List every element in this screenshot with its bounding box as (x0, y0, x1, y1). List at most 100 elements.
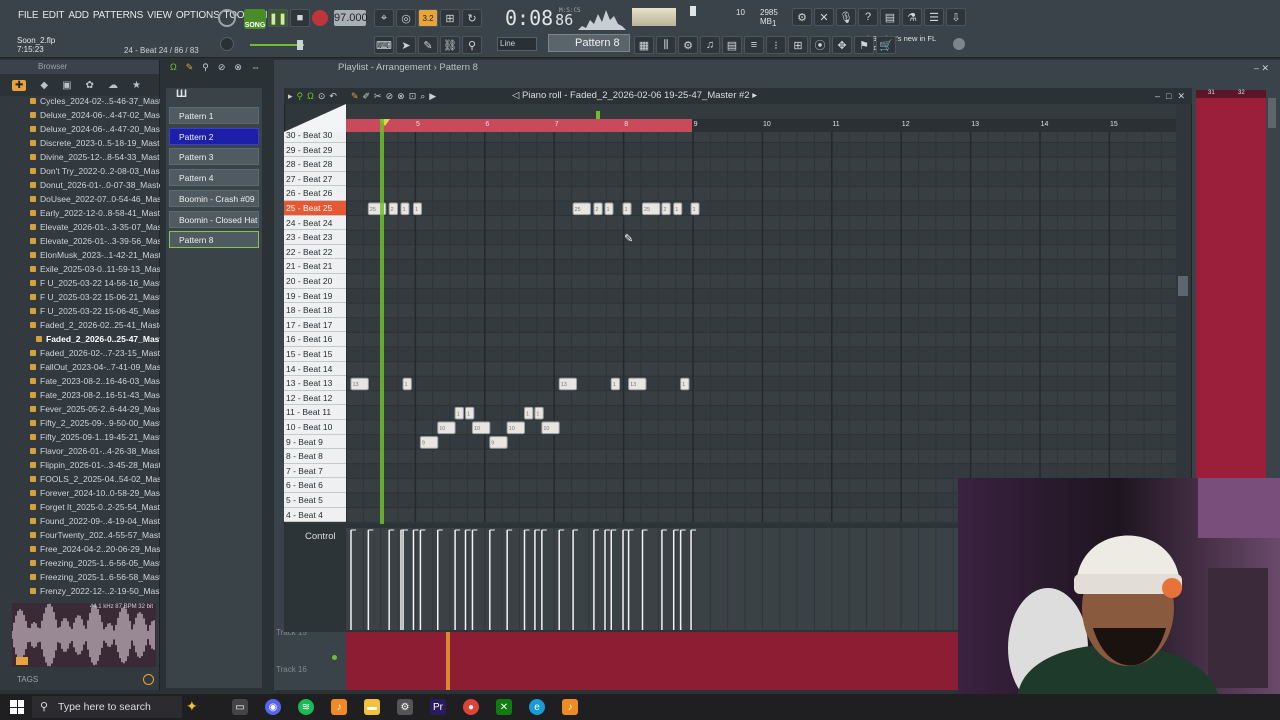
pr-magnet-icon[interactable]: Ω (307, 91, 314, 102)
copilot-sparkle-icon[interactable]: ✦ (186, 698, 198, 715)
pr-zoom-icon[interactable]: ⌕ (420, 91, 425, 102)
piano-key[interactable]: 13 - Beat 13 (284, 376, 346, 391)
browser-item[interactable]: Fate_2023-08-2..16-46-03_Master (0, 374, 160, 388)
link-icon[interactable]: ⛓ (440, 36, 460, 54)
news-icon[interactable]: 🛒 (876, 36, 896, 54)
playlist-delete-icon[interactable]: ⊘ (218, 62, 226, 74)
piano-roll-overview[interactable] (346, 104, 1176, 119)
browser-cloud-icon[interactable]: ☁ (108, 80, 118, 91)
stop-button[interactable]: ■ (290, 9, 310, 27)
help-icon[interactable]: ? (858, 8, 878, 26)
browser-plugin-icon[interactable]: ✿ (86, 80, 94, 91)
plugin-picker-icon[interactable]: ⚙ (678, 36, 698, 54)
stamp-icon[interactable]: ⚲ (462, 36, 482, 54)
piano-roll-icon[interactable]: ♫ (700, 36, 720, 54)
pr-pencil-icon[interactable]: ✎ (351, 91, 359, 102)
browser-grid-icon[interactable]: ▣ (62, 80, 71, 91)
gear-icon[interactable]: ⚙ (792, 8, 812, 26)
mixer-icon[interactable]: ⫼ (656, 36, 676, 54)
browser-item[interactable]: F U_2025-03-22 14-56-16_Master (0, 276, 160, 290)
sample-play-icon[interactable] (16, 657, 28, 665)
playlist-clip-bottom[interactable] (346, 632, 960, 690)
playlist-icon[interactable]: ≡ (744, 36, 764, 54)
mic-icon[interactable]: 🎙 (836, 8, 856, 26)
piano-key[interactable]: 12 - Beat 12 (284, 390, 346, 406)
browser-item[interactable]: Cycles_2024-02-..5-46-37_Master (0, 94, 160, 108)
browser-item[interactable]: Deluxe_2024-06-..4-47-02_Master (0, 108, 160, 122)
windows-start-icon[interactable] (10, 700, 24, 714)
piano-key[interactable]: 28 - Beat 28 (284, 157, 346, 172)
piano-key[interactable]: 11 - Beat 11 (284, 405, 346, 420)
settings-icon[interactable]: ⚙ (397, 699, 413, 715)
browser-item[interactable]: F U_2025-03-22 15-06-45_Master (0, 304, 160, 318)
play-button[interactable]: ❚❚ (268, 9, 288, 27)
browser-item[interactable]: Frenzy_2022-12-..2-19-50_Master (0, 584, 160, 598)
menu-patterns[interactable]: PATTERNS (91, 10, 145, 21)
task-view-icon[interactable]: ▭ (232, 699, 248, 715)
pencil-icon[interactable]: ✎ (418, 36, 438, 54)
pr-menu-arrow-icon[interactable]: ▸ (288, 91, 293, 102)
playlist-clip-right[interactable] (1196, 98, 1266, 486)
fl-studio-2-icon[interactable]: ♪ (562, 699, 578, 715)
browser-item[interactable]: FallOut_2023-04-..7-41-09_Master (0, 360, 160, 374)
playback-arrow-icon[interactable]: ➤ (396, 36, 416, 54)
piano-key[interactable]: 22 - Beat 22 (284, 244, 346, 260)
step-value-button[interactable]: 3.2 (418, 9, 438, 27)
pr-select-icon[interactable]: ⊡ (409, 91, 417, 102)
browser-item[interactable]: Deluxe_2024-06-..4-47-20_Master (0, 122, 160, 136)
file-explorer-icon[interactable]: ▬ (364, 699, 380, 715)
pr-close-icon[interactable]: ✕ (1177, 91, 1191, 101)
browser-item[interactable]: Early_2022-12-0..8-58-41_Master (0, 206, 160, 220)
browser-item[interactable]: Flavor_2026-01-..4-26-38_Master (0, 444, 160, 458)
browser-item[interactable]: Fever_2025-05-2..6-44-29_Master (0, 402, 160, 416)
piano-key[interactable]: 7 - Beat 7 (284, 463, 346, 479)
song-mode-toggle[interactable]: SONG (244, 9, 266, 29)
pattern-item[interactable]: Boomin - Crash #09 (169, 189, 259, 207)
snap-select[interactable]: Line (497, 37, 537, 51)
download-icon[interactable]: ⇩ (946, 8, 966, 26)
piano-roll-scrollbar[interactable] (1178, 276, 1188, 296)
pattern-item[interactable]: Pattern 4 (169, 169, 259, 187)
piano-key[interactable]: 21 - Beat 21 (284, 259, 346, 274)
loop-record-icon[interactable]: ↻ (462, 9, 482, 27)
piano-keyboard[interactable]: 30 - Beat 30 29 - Beat 29 28 - Beat 28 27 -… (284, 132, 346, 522)
piano-key[interactable]: 20 - Beat 20 (284, 274, 346, 289)
playlist-pencil-icon[interactable]: ✎ (186, 62, 194, 74)
discord-icon[interactable]: ◉ (265, 699, 281, 715)
record-icon[interactable]: ⦿ (810, 36, 830, 54)
menu-add[interactable]: ADD (66, 10, 91, 21)
master-volume-slider[interactable] (250, 44, 304, 46)
browser-item[interactable]: FOOLS_2_2025-04..54-02_Master (0, 472, 160, 486)
piano-key[interactable]: 6 - Beat 6 (284, 478, 346, 493)
pr-maximize-icon[interactable]: □ (1166, 91, 1177, 101)
track-16-mute-led[interactable] (332, 655, 337, 660)
browser-item[interactable]: Faded_2_2026-0..25-47_Master (0, 332, 160, 346)
menu-edit[interactable]: EDIT (40, 10, 66, 21)
pr-snap-icon[interactable]: ⚲ (297, 91, 304, 102)
browser-item[interactable]: ElonMusk_2023-..1-42-21_Master (0, 248, 160, 262)
playlist-brush-icon[interactable]: ⚲ (202, 62, 209, 74)
menu-file[interactable]: FILE (16, 10, 40, 21)
record-button[interactable] (312, 10, 328, 26)
channel-rack-icon[interactable]: ▦ (634, 36, 654, 54)
playlist-scrollbar[interactable] (1268, 98, 1276, 128)
menu-options[interactable]: OPTIONS (174, 10, 222, 21)
piano-key[interactable]: 26 - Beat 26 (284, 186, 346, 201)
pattern-item[interactable]: Pattern 1 (169, 107, 259, 124)
speaker-icon[interactable]: ◁ (512, 90, 522, 101)
pattern-item[interactable]: Pattern 2 (169, 127, 259, 145)
playlist-snap-icon[interactable]: Ω (170, 62, 177, 74)
browser-item[interactable]: Faded_2026-02-..7-23-15_Master (0, 346, 160, 360)
menu-view[interactable]: VIEW (145, 10, 174, 21)
browser-item[interactable]: Freezing_2025-1..6-56-05_Master (0, 556, 160, 570)
browser-item[interactable]: FourTwenty_202..4-55-57_Master (0, 528, 160, 542)
note-grid[interactable]: 25 2 1 1 25 2 1 1 25 2 1 1 13 1 13 1 13 1 1 1 1 1 10 10 10 10 9 9 (346, 132, 1176, 522)
power-icon[interactable] (218, 9, 236, 27)
browser-all-icon[interactable]: ✚ (12, 79, 27, 91)
premiere-icon[interactable]: Pr (430, 699, 446, 715)
browser-item[interactable]: Divine_2025-12-..8-54-33_Master (0, 150, 160, 164)
chrome-icon[interactable]: ● (463, 699, 479, 715)
browser-item[interactable]: Don't Try_2022-0..2-08-03_Master (0, 164, 160, 178)
piano-key[interactable]: 9 - Beat 9 (284, 434, 346, 450)
pr-undo-icon[interactable]: ↶ (329, 91, 337, 102)
